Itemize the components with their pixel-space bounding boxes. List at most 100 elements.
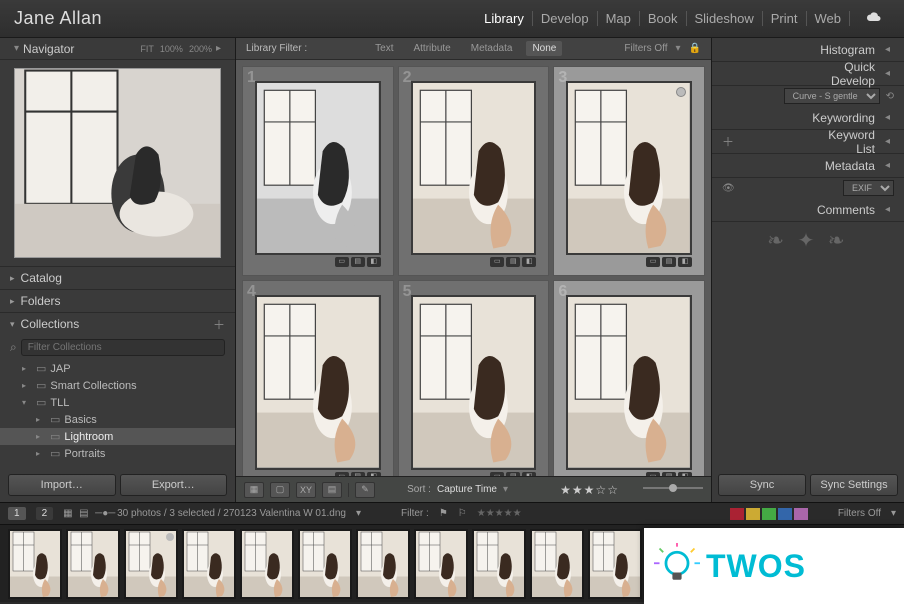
color-red[interactable] bbox=[730, 508, 744, 520]
thumbnail-image[interactable] bbox=[255, 81, 381, 255]
module-library[interactable]: Library bbox=[476, 11, 533, 26]
badge-icon[interactable]: ▤ bbox=[351, 472, 365, 476]
eye-icon[interactable]: 👁 bbox=[722, 183, 735, 194]
filmstrip-thumb[interactable] bbox=[356, 529, 410, 599]
filters-off-label[interactable]: Filters Off bbox=[624, 43, 667, 54]
filter-tab-none[interactable]: None bbox=[526, 41, 562, 56]
module-book[interactable]: Book bbox=[640, 11, 687, 26]
sort-value[interactable]: Capture Time bbox=[437, 484, 497, 495]
badge-icon[interactable]: ◧ bbox=[678, 472, 692, 476]
collection-tll[interactable]: ▾▭TLL bbox=[0, 394, 235, 411]
module-print[interactable]: Print bbox=[763, 11, 807, 26]
color-purple[interactable] bbox=[794, 508, 808, 520]
painter-tool-icon[interactable]: ✎ bbox=[355, 482, 375, 498]
filmstrip-thumb[interactable] bbox=[182, 529, 236, 599]
thumbnail-image[interactable] bbox=[411, 81, 537, 255]
metadata-header[interactable]: Metadata ◂ bbox=[712, 154, 904, 178]
grid-cell-5[interactable]: 5 ▭ ▤ ◧ bbox=[398, 280, 550, 476]
grid-med-icon[interactable]: ▤ bbox=[79, 508, 91, 520]
grid-view-button[interactable]: ▦ bbox=[244, 482, 264, 498]
filmstrip-thumb[interactable] bbox=[8, 529, 62, 599]
zoom-100[interactable]: 100% bbox=[160, 44, 183, 54]
rating-filter[interactable]: ★★★★★ bbox=[477, 508, 522, 519]
navigator-preview[interactable] bbox=[14, 68, 221, 258]
badge-icon[interactable]: ◧ bbox=[367, 257, 381, 267]
badge-icon[interactable]: ▤ bbox=[351, 257, 365, 267]
grid-cell-6[interactable]: 6 ▭ ▤ ◧ bbox=[553, 280, 705, 476]
import-button[interactable]: Import… bbox=[8, 474, 116, 496]
filter-tab-metadata[interactable]: Metadata bbox=[465, 43, 519, 54]
collection-smart[interactable]: ▸▭Smart Collections bbox=[0, 377, 235, 394]
collection-lightroom[interactable]: ▸▭Lightroom bbox=[0, 428, 235, 445]
badge-icon[interactable]: ▭ bbox=[335, 257, 349, 267]
badge-icon[interactable]: ▭ bbox=[646, 257, 660, 267]
thumbnail-size-slider[interactable] bbox=[643, 483, 703, 496]
zoom-200[interactable]: 200% bbox=[189, 44, 212, 54]
grid-cell-2[interactable]: 2 ▭ ▤ ◧ bbox=[398, 66, 550, 276]
filter-tab-attribute[interactable]: Attribute bbox=[407, 43, 456, 54]
thumbnail-image[interactable] bbox=[411, 295, 537, 469]
keyword-list-header[interactable]: ＋ Keyword List ◂ bbox=[712, 130, 904, 154]
thumbnail-image[interactable] bbox=[566, 295, 692, 469]
zoom-more-icon[interactable]: ▸ bbox=[216, 43, 221, 54]
badge-icon[interactable]: ◧ bbox=[522, 257, 536, 267]
filmstrip-thumb[interactable] bbox=[124, 529, 178, 599]
source-page-2[interactable]: 2 bbox=[36, 507, 54, 520]
badge-icon[interactable]: ▤ bbox=[506, 472, 520, 476]
grid-cell-1[interactable]: 1 ▭ ▤ ◧ bbox=[242, 66, 394, 276]
filmstrip-thumb[interactable] bbox=[588, 529, 642, 599]
module-web[interactable]: Web bbox=[807, 11, 851, 26]
badge-icon[interactable]: ◧ bbox=[367, 472, 381, 476]
grid-cell-4[interactable]: 4 ▭ ▤ ◧ bbox=[242, 280, 394, 476]
filmstrip-thumb[interactable] bbox=[66, 529, 120, 599]
status-chevron-icon[interactable]: ▾ bbox=[356, 508, 361, 519]
badge-icon[interactable]: ▤ bbox=[506, 257, 520, 267]
badge-icon[interactable]: ▤ bbox=[662, 257, 676, 267]
badge-icon[interactable]: ▭ bbox=[490, 257, 504, 267]
collection-portraits[interactable]: ▸▭Portraits bbox=[0, 445, 235, 462]
filmstrip-thumb[interactable] bbox=[530, 529, 584, 599]
sort-chevron-icon[interactable]: ▾ bbox=[503, 484, 508, 495]
badge-icon[interactable]: ◧ bbox=[522, 472, 536, 476]
keywording-header[interactable]: Keywording ◂ bbox=[712, 106, 904, 130]
sync-settings-button[interactable]: Sync Settings bbox=[810, 474, 898, 496]
flag-reject-icon[interactable]: ⚐ bbox=[458, 508, 467, 519]
module-slideshow[interactable]: Slideshow bbox=[687, 11, 763, 26]
badge-icon[interactable]: ◧ bbox=[678, 257, 692, 267]
color-green[interactable] bbox=[762, 508, 776, 520]
survey-view-button[interactable]: ▤ bbox=[322, 482, 342, 498]
color-blue[interactable] bbox=[778, 508, 792, 520]
status-filter-chevron-icon[interactable]: ▾ bbox=[891, 508, 896, 519]
status-filters-off[interactable]: Filters Off bbox=[838, 508, 881, 519]
loupe-view-button[interactable]: ▢ bbox=[270, 482, 290, 498]
reset-icon[interactable]: ⟲ bbox=[886, 91, 894, 102]
comments-header[interactable]: Comments ◂ bbox=[712, 198, 904, 222]
filmstrip-thumb[interactable] bbox=[472, 529, 526, 599]
folders-header[interactable]: ▸ Folders bbox=[0, 290, 235, 312]
filter-tab-text[interactable]: Text bbox=[369, 43, 399, 54]
collections-header[interactable]: ▾ Collections ＋ bbox=[0, 313, 235, 335]
collection-jap[interactable]: ▸▭JAP bbox=[0, 360, 235, 377]
add-keyword-icon[interactable]: ＋ bbox=[722, 133, 734, 150]
badge-icon[interactable]: ▤ bbox=[662, 472, 676, 476]
filmstrip-thumb[interactable] bbox=[298, 529, 352, 599]
collection-basics[interactable]: ▸▭Basics bbox=[0, 411, 235, 428]
module-develop[interactable]: Develop bbox=[533, 11, 598, 26]
sync-button[interactable]: Sync bbox=[718, 474, 806, 496]
source-page-1[interactable]: 1 bbox=[8, 507, 26, 520]
flag-picked-icon[interactable]: ⚑ bbox=[439, 508, 448, 519]
collections-search-input[interactable] bbox=[21, 339, 225, 356]
catalog-header[interactable]: ▸ Catalog bbox=[0, 267, 235, 289]
cloud-sync-icon[interactable] bbox=[856, 10, 890, 27]
compare-view-button[interactable]: XY bbox=[296, 482, 316, 498]
export-button[interactable]: Export… bbox=[120, 474, 228, 496]
quick-develop-header[interactable]: Quick Develop ◂ bbox=[712, 62, 904, 86]
grid-cell-3[interactable]: 3 ▭ ▤ ◧ bbox=[553, 66, 705, 276]
badge-icon[interactable]: ▭ bbox=[335, 472, 349, 476]
metadata-preset-select[interactable]: EXIF bbox=[843, 180, 894, 196]
badge-icon[interactable]: ▭ bbox=[490, 472, 504, 476]
lock-icon[interactable]: 🔒 bbox=[689, 43, 701, 54]
rating-stars[interactable]: ★★★☆☆ bbox=[560, 483, 619, 497]
filter-preset-chevron-icon[interactable]: ▾ bbox=[676, 43, 681, 54]
filmstrip-thumb[interactable] bbox=[240, 529, 294, 599]
